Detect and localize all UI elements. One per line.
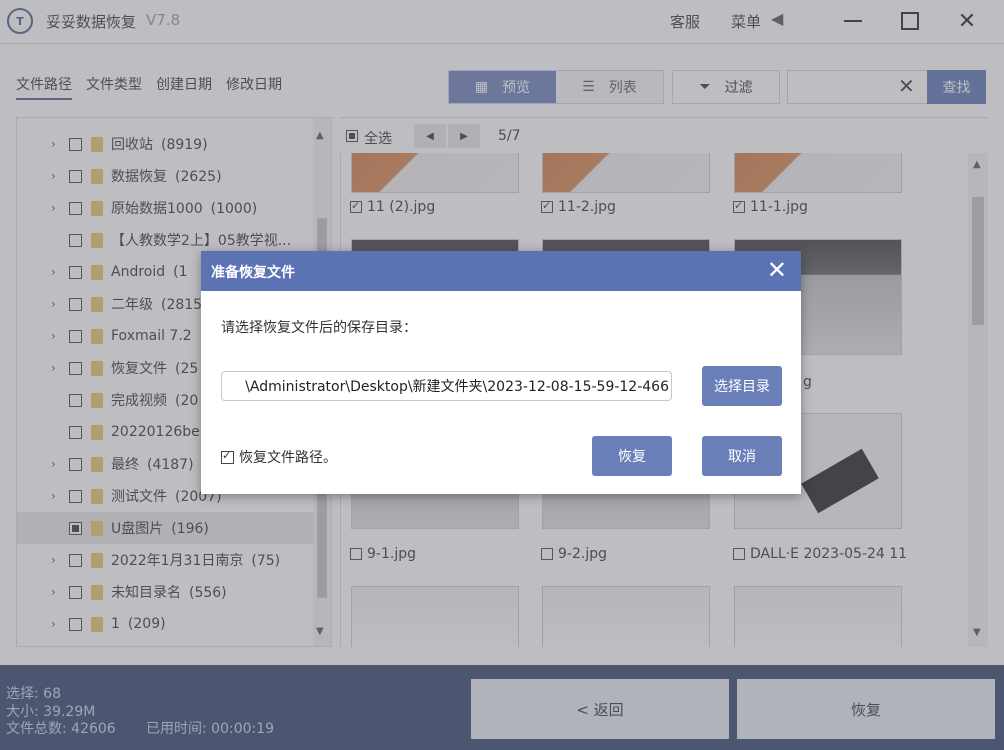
- keep-path-label: 恢复文件路径。: [239, 450, 337, 466]
- dialog-recover-button[interactable]: 恢复: [592, 436, 672, 476]
- keep-path-checkbox[interactable]: [221, 449, 234, 464]
- save-path-field[interactable]: \Administrator\Desktop\新建文件夹\2023-12-08-…: [221, 371, 672, 401]
- save-dir-prompt: 请选择恢复文件后的保存目录：: [221, 320, 417, 336]
- keep-path-option[interactable]: 恢复文件路径。: [221, 447, 337, 467]
- dialog-close-icon[interactable]: ✕: [767, 256, 787, 284]
- choose-directory-button[interactable]: 选择目录: [702, 366, 782, 406]
- save-path-value: \Administrator\Desktop\新建文件夹\2023-12-08-…: [245, 379, 669, 395]
- dialog-header: 准备恢复文件 ✕: [201, 251, 801, 291]
- recover-dialog: 准备恢复文件 ✕ 请选择恢复文件后的保存目录： \Administrator\D…: [201, 251, 801, 494]
- dialog-cancel-button[interactable]: 取消: [702, 436, 782, 476]
- dialog-title: 准备恢复文件: [211, 265, 295, 281]
